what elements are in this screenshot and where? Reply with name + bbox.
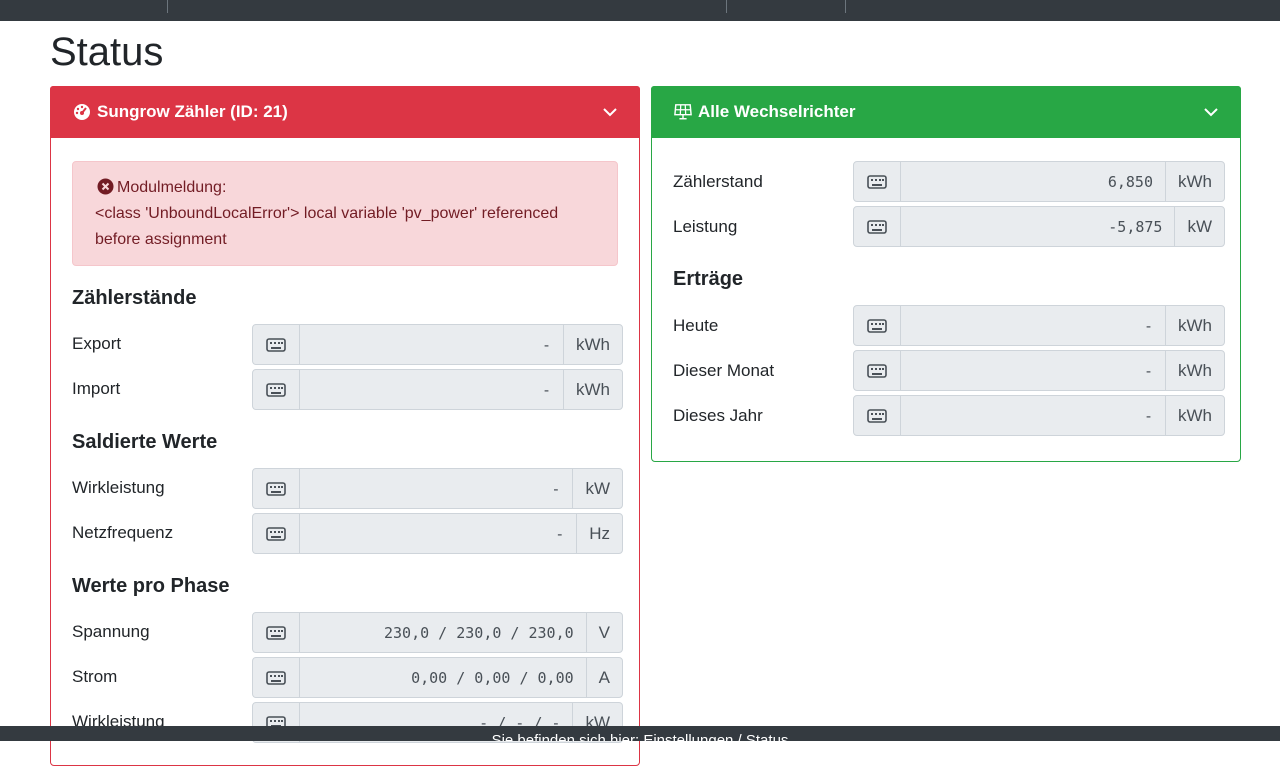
meter-card: Sungrow Zähler (ID: 21) Modulmeldung: <c… (50, 86, 640, 766)
keyboard-icon[interactable] (253, 370, 300, 409)
active-power-field: - kW (252, 468, 623, 509)
unit-text: A (586, 658, 622, 697)
yield-today-field: - kWh (853, 305, 1225, 346)
row-label: Export (72, 334, 121, 354)
keyboard-icon[interactable] (253, 613, 300, 652)
row-label: Leistung (673, 217, 737, 237)
inverter-card-title: Alle Wechselrichter (698, 102, 1203, 122)
section-title: Zählerstände (72, 287, 196, 310)
grid-frequency-field: - Hz (252, 513, 623, 554)
keyboard-icon[interactable] (854, 162, 901, 201)
row-label: Zählerstand (673, 172, 763, 192)
keyboard-icon[interactable] (253, 514, 300, 553)
unit-text: V (586, 613, 622, 652)
navbar-divider (167, 0, 168, 13)
keyboard-icon[interactable] (854, 351, 901, 390)
unit-text: kWh (1165, 351, 1224, 390)
module-error-alert: Modulmeldung: <class 'UnboundLocalError'… (72, 161, 618, 266)
row-label: Dieses Jahr (673, 406, 763, 426)
unit-text: kW (572, 469, 622, 508)
keyboard-icon[interactable] (253, 469, 300, 508)
meter-card-title: Sungrow Zähler (ID: 21) (97, 102, 602, 122)
inverter-card-header[interactable]: Alle Wechselrichter (651, 86, 1241, 138)
navbar-divider (726, 0, 727, 13)
value-text: - (901, 306, 1165, 345)
unit-text: kWh (563, 325, 622, 364)
chevron-down-icon[interactable] (602, 104, 618, 120)
alert-title: Modulmeldung: (117, 179, 226, 196)
value-text: 230,0 / 230,0 / 230,0 (300, 613, 586, 652)
tachometer-icon (73, 103, 91, 121)
keyboard-icon[interactable] (253, 658, 300, 697)
row-label: Dieser Monat (673, 361, 774, 381)
section-title: Erträge (673, 268, 743, 291)
row-label: Netzfrequenz (72, 523, 173, 543)
error-circle-icon (97, 178, 114, 195)
value-text: 0,00 / 0,00 / 0,00 (300, 658, 586, 697)
export-value-field: - kWh (252, 324, 623, 365)
top-navbar (0, 0, 1280, 21)
unit-text: kWh (1165, 162, 1224, 201)
value-text: -5,875 (901, 207, 1174, 246)
yield-year-field: - kWh (853, 395, 1225, 436)
row-label: Wirkleistung (72, 478, 165, 498)
value-text: - (901, 351, 1165, 390)
import-value-field: - kWh (252, 369, 623, 410)
value-text: - (300, 325, 563, 364)
current-field: 0,00 / 0,00 / 0,00 A (252, 657, 623, 698)
unit-text: kW (1174, 207, 1224, 246)
unit-text: kWh (1165, 306, 1224, 345)
meter-card-header[interactable]: Sungrow Zähler (ID: 21) (50, 86, 640, 138)
section-title: Werte pro Phase (72, 575, 229, 598)
meter-reading-field: 6,850 kWh (853, 161, 1225, 202)
breadcrumb: Sie befinden sich hier: Einstellungen / … (492, 732, 789, 741)
row-label: Spannung (72, 622, 150, 642)
unit-text: kWh (563, 370, 622, 409)
row-label: Heute (673, 316, 718, 336)
section-title: Saldierte Werte (72, 431, 217, 454)
inverter-card: Alle Wechselrichter Zählerstand 6,850 kW… (651, 86, 1241, 462)
footer-breadcrumb-bar: Sie befinden sich hier: Einstellungen / … (0, 726, 1280, 741)
voltage-field: 230,0 / 230,0 / 230,0 V (252, 612, 623, 653)
chevron-down-icon[interactable] (1203, 104, 1219, 120)
keyboard-icon[interactable] (854, 306, 901, 345)
value-text: - (300, 469, 572, 508)
value-text: 6,850 (901, 162, 1165, 201)
page-title: Status (50, 28, 163, 76)
value-text: - (901, 396, 1165, 435)
unit-text: kWh (1165, 396, 1224, 435)
value-text: - (300, 370, 563, 409)
value-text: - (300, 514, 576, 553)
unit-text: Hz (576, 514, 622, 553)
row-label: Import (72, 379, 120, 399)
keyboard-icon[interactable] (854, 396, 901, 435)
yield-month-field: - kWh (853, 350, 1225, 391)
keyboard-icon[interactable] (854, 207, 901, 246)
power-field: -5,875 kW (853, 206, 1225, 247)
navbar-divider (845, 0, 846, 13)
row-label: Strom (72, 667, 117, 687)
keyboard-icon[interactable] (253, 325, 300, 364)
alert-message: <class 'UnboundLocalError'> local variab… (95, 205, 558, 248)
solar-panel-icon (674, 103, 692, 121)
